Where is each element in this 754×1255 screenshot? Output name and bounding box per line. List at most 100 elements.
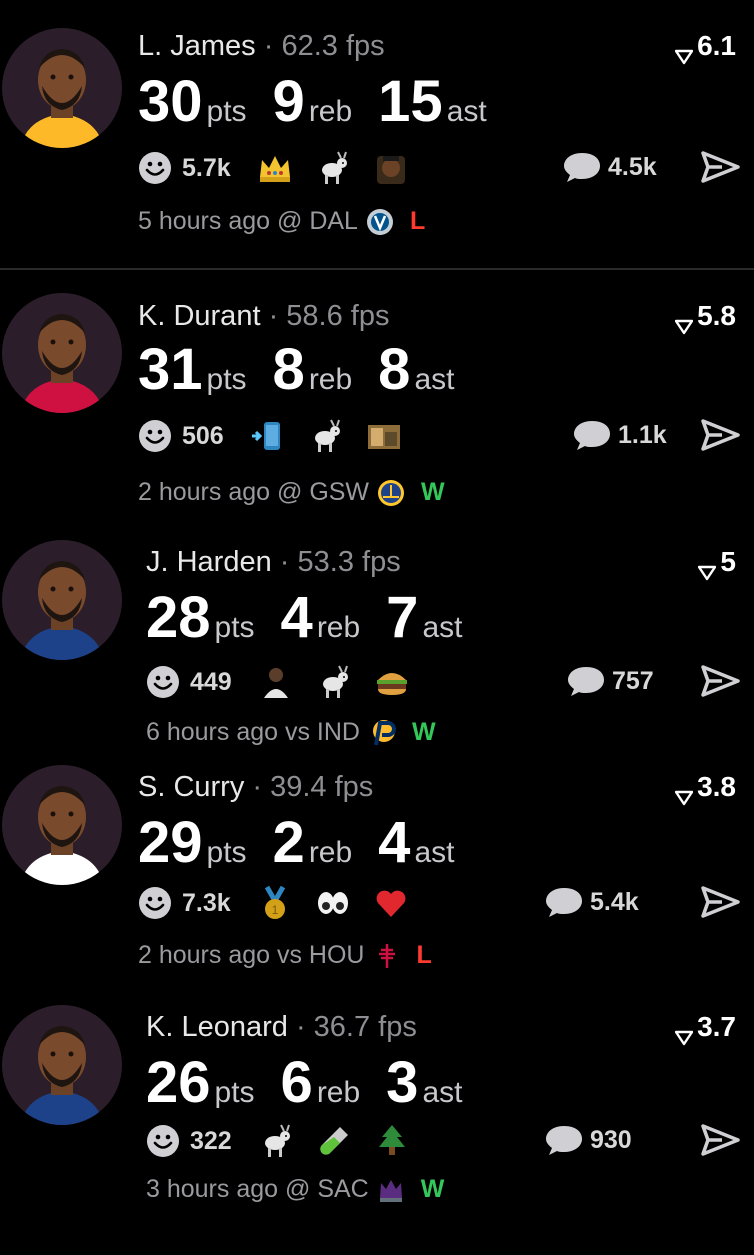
comments-button[interactable]: 757 <box>566 664 654 698</box>
mavericks-logo <box>366 208 394 236</box>
share-send-icon[interactable] <box>700 418 740 452</box>
crown-icon[interactable] <box>257 150 293 186</box>
smiley-reaction-icon[interactable] <box>138 151 172 185</box>
share-send-icon[interactable] <box>700 664 740 698</box>
player-card[interactable]: S. Curry · 39.4 fps 3.8 29 pts 2 reb 4 ast 7.3k 1… <box>0 765 754 1015</box>
filter-icon <box>674 40 694 64</box>
stat-line: 30 pts 9 reb 15 ast <box>138 68 513 135</box>
smiley-reaction-icon[interactable] <box>146 1124 180 1158</box>
comment-bubble-icon <box>572 418 612 452</box>
rebounds-value: 2 <box>272 810 305 875</box>
phone-icon[interactable] <box>250 418 286 454</box>
points-value: 29 <box>138 810 203 875</box>
rebounds-value: 8 <box>272 337 305 402</box>
tree-icon[interactable] <box>374 1123 410 1159</box>
goat-icon[interactable] <box>258 1123 294 1159</box>
comments-button[interactable]: 5.4k <box>544 885 639 919</box>
fps-value: · 36.7 fps <box>295 1011 417 1043</box>
game-result: W <box>421 478 445 506</box>
person-icon[interactable] <box>258 664 294 700</box>
score-value: 3.8 <box>697 771 736 802</box>
game-time-opponent: 2 hours ago @ GSW <box>138 478 370 506</box>
assists-value: 7 <box>386 585 419 650</box>
score-badge: 6.1 <box>674 30 736 64</box>
game-meta: 2 hours ago @ GSW W <box>138 478 445 507</box>
player-avatar[interactable] <box>2 540 122 660</box>
player-name[interactable]: S. Curry <box>138 771 244 803</box>
player-header: J. Harden · 53.3 fps <box>146 546 401 579</box>
assists-unit: ast <box>446 95 487 128</box>
smiley-reaction-icon[interactable] <box>138 419 172 453</box>
game-result: W <box>412 718 436 746</box>
fps-value: · 39.4 fps <box>252 771 374 803</box>
stat-line: 31 pts 8 reb 8 ast <box>138 336 480 403</box>
comment-count: 5.4k <box>590 887 639 916</box>
goat-icon[interactable] <box>316 664 352 700</box>
player-avatar[interactable] <box>2 28 122 148</box>
player-avatar[interactable] <box>2 1005 122 1125</box>
filter-icon <box>674 781 694 805</box>
share-send-icon[interactable] <box>700 885 740 919</box>
player-card[interactable]: K. Leonard · 36.7 fps 3.7 26 pts 6 reb 3 ast 322… <box>0 1005 754 1255</box>
stat-line: 29 pts 2 reb 4 ast <box>138 809 480 876</box>
player-card[interactable]: J. Harden · 53.3 fps 5 28 pts 4 reb 7 ast 449 757… <box>0 540 754 790</box>
share-send-icon[interactable] <box>700 1123 740 1157</box>
player-name[interactable]: J. Harden <box>146 546 272 578</box>
rebounds-unit: reb <box>308 836 353 869</box>
filter-icon <box>674 1021 694 1045</box>
assists-value: 3 <box>386 1050 419 1115</box>
goat-icon[interactable] <box>315 150 351 186</box>
points-value: 31 <box>138 337 203 402</box>
points-value: 26 <box>146 1050 211 1115</box>
points-unit: pts <box>214 1076 255 1109</box>
player-avatar[interactable] <box>2 765 122 885</box>
stat-line: 26 pts 6 reb 3 ast <box>146 1049 488 1116</box>
points-unit: pts <box>214 611 255 644</box>
player-header: S. Curry · 39.4 fps <box>138 771 373 804</box>
player-name[interactable]: K. Durant <box>138 300 261 332</box>
comment-count: 757 <box>612 666 654 695</box>
game-time-opponent: 6 hours ago vs IND <box>146 718 360 746</box>
warriors-logo <box>377 479 405 507</box>
comment-bubble-icon <box>562 150 602 184</box>
face-icon[interactable] <box>373 150 409 186</box>
comments-button[interactable]: 1.1k <box>572 418 667 452</box>
game-result: L <box>409 207 426 235</box>
smiley-reaction-icon[interactable] <box>138 886 172 920</box>
player-card[interactable]: K. Durant · 58.6 fps 5.8 31 pts 8 reb 8 ast 506 1… <box>0 290 754 540</box>
reactions-row: 506 <box>138 418 424 454</box>
comment-count: 930 <box>590 1125 632 1154</box>
reactions-row: 7.3k 1 <box>138 885 431 921</box>
fps-value: · 58.6 fps <box>268 300 390 332</box>
assists-value: 8 <box>378 337 411 402</box>
eyes-icon[interactable] <box>315 885 351 921</box>
comment-bubble-icon <box>544 1123 584 1157</box>
comments-button[interactable]: 930 <box>544 1123 632 1157</box>
rebounds-value: 9 <box>272 69 305 134</box>
smiley-reaction-icon[interactable] <box>146 665 180 699</box>
game-meta: 5 hours ago @ DAL L <box>138 207 425 236</box>
goat-icon[interactable] <box>308 418 344 454</box>
player-name[interactable]: K. Leonard <box>146 1011 288 1043</box>
test-tube-icon[interactable] <box>316 1123 352 1159</box>
points-unit: pts <box>206 95 247 128</box>
player-avatar[interactable] <box>2 293 122 413</box>
burger-icon[interactable] <box>374 664 410 700</box>
reaction-count: 5.7k <box>182 153 231 182</box>
score-value: 5 <box>720 546 736 577</box>
reaction-count: 322 <box>190 1126 232 1155</box>
player-header: K. Durant · 58.6 fps <box>138 300 389 333</box>
reactions-row: 449 <box>146 664 432 700</box>
points-value: 30 <box>138 69 203 134</box>
score-badge: 5.8 <box>674 300 736 334</box>
medal-icon[interactable]: 1 <box>257 885 293 921</box>
heart-icon[interactable] <box>373 885 409 921</box>
share-send-icon[interactable] <box>700 150 740 184</box>
comment-count: 1.1k <box>618 420 667 449</box>
assists-unit: ast <box>422 1076 463 1109</box>
photo-icon[interactable] <box>366 418 402 454</box>
rebounds-unit: reb <box>308 95 353 128</box>
player-card[interactable]: L. James · 62.3 fps 6.1 30 pts 9 reb 15 ast 5.7k… <box>0 20 754 270</box>
comments-button[interactable]: 4.5k <box>562 150 657 184</box>
player-name[interactable]: L. James <box>138 30 256 62</box>
